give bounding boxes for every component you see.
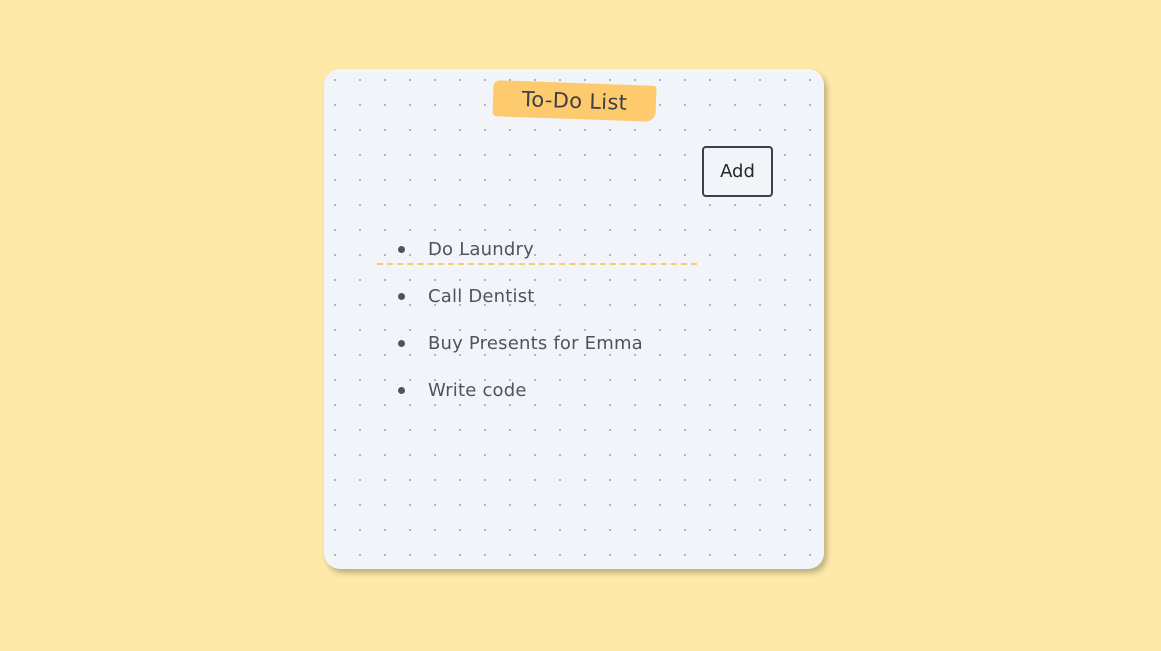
bullet-icon: [398, 387, 405, 394]
list-item-label: Write code: [428, 380, 527, 401]
bullet-icon: [398, 340, 405, 347]
list-item-label: Call Dentist: [428, 286, 535, 307]
list-item[interactable]: Buy Presents for Emma: [398, 320, 643, 367]
list-item[interactable]: Do Laundry: [398, 226, 643, 273]
bullet-icon: [398, 293, 405, 300]
title-tag: To-Do List: [492, 80, 657, 122]
todo-card: To-Do List Add Do Laundry Call Dentist B…: [324, 69, 824, 569]
todo-list: Do Laundry Call Dentist Buy Presents for…: [398, 226, 643, 414]
add-button[interactable]: Add: [702, 146, 773, 197]
list-item[interactable]: Write code: [398, 367, 643, 414]
bullet-icon: [398, 246, 405, 253]
list-item-label: Do Laundry: [428, 239, 534, 260]
page-title: To-Do List: [521, 87, 628, 115]
list-item-label: Buy Presents for Emma: [428, 333, 643, 354]
list-item[interactable]: Call Dentist: [398, 273, 643, 320]
